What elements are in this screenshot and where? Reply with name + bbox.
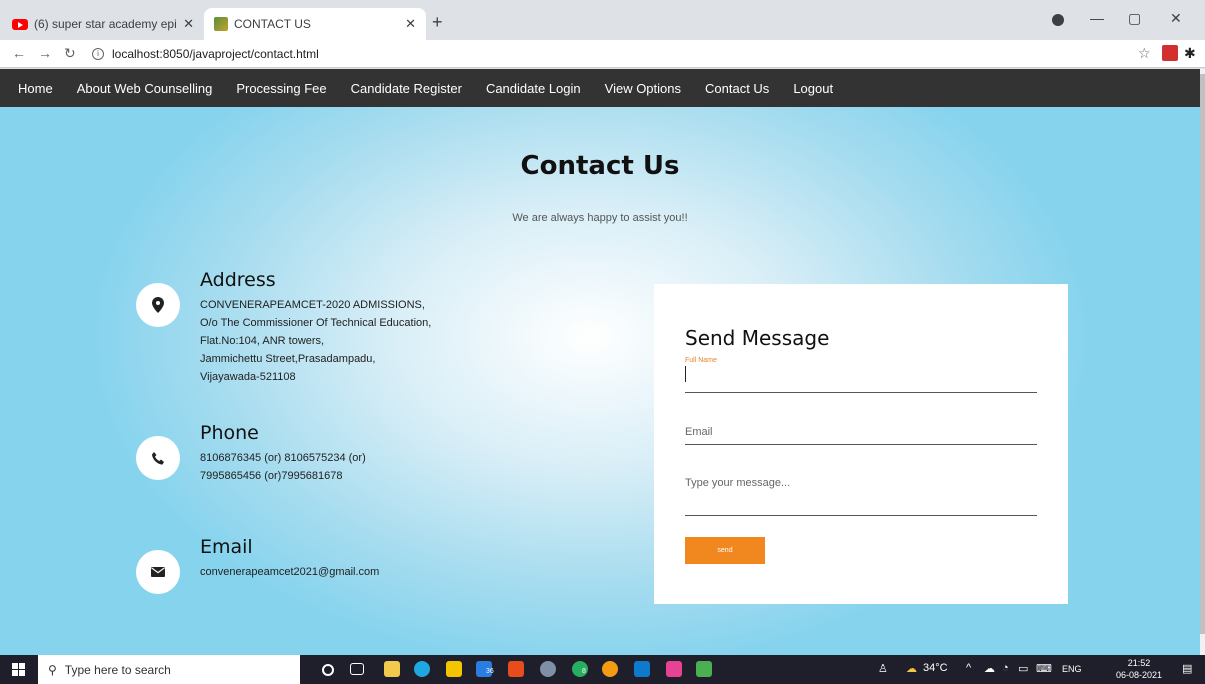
media-record-icon[interactable] bbox=[1052, 14, 1064, 26]
site-navbar: Home About Web Counselling Processing Fe… bbox=[0, 69, 1200, 107]
chrome-icon[interactable] bbox=[602, 661, 618, 677]
email-heading: Email bbox=[200, 536, 253, 558]
weather-icon[interactable]: ☁ bbox=[906, 662, 917, 675]
phone-line: 7995865456 (or)7995681678 bbox=[200, 470, 343, 482]
nav-about[interactable]: About Web Counselling bbox=[65, 81, 225, 96]
email-address: convenerapeamcet2021@gmail.com bbox=[200, 566, 380, 578]
nav-candidate-login[interactable]: Candidate Login bbox=[474, 81, 593, 96]
search-placeholder: Type here to search bbox=[64, 662, 171, 677]
browser-toolbar: ← → ↻ i localhost:8050/javaproject/conta… bbox=[0, 40, 1205, 68]
fullname-label: Full Name bbox=[685, 357, 717, 364]
tab-title: CONTACT US bbox=[234, 17, 311, 31]
network-icon[interactable]: ☁ bbox=[984, 662, 995, 675]
address-line: Flat.No:104, ANR towers, bbox=[200, 335, 325, 347]
store-icon[interactable] bbox=[446, 661, 462, 677]
reload-icon[interactable]: ↻ bbox=[64, 45, 76, 62]
close-tab-icon[interactable]: ✕ bbox=[183, 16, 194, 32]
phone-line: 8106876345 (or) 8106575234 (or) bbox=[200, 452, 366, 464]
back-icon[interactable]: ← bbox=[12, 45, 26, 61]
close-window-button[interactable]: ✕ bbox=[1170, 10, 1182, 27]
page-favicon-icon bbox=[214, 17, 228, 31]
send-button[interactable]: send bbox=[685, 537, 765, 564]
extensions-puzzle-icon[interactable]: ✱ bbox=[1184, 45, 1196, 62]
message-textarea[interactable]: Type your message... bbox=[685, 470, 1037, 516]
address-line: CONVENERAPEAMCET-2020 ADMISSIONS, bbox=[200, 299, 425, 311]
page-subtitle: We are always happy to assist you!! bbox=[512, 212, 688, 224]
forward-icon[interactable]: → bbox=[38, 45, 52, 61]
address-line: O/o The Commissioner Of Technical Educat… bbox=[200, 317, 432, 329]
vscode-icon[interactable] bbox=[634, 661, 650, 677]
url-text: localhost:8050/javaproject/contact.html bbox=[112, 47, 319, 61]
fullname-input[interactable] bbox=[685, 366, 1037, 393]
browser-tab-strip: (6) super star academy episode 2 ✕ CONTA… bbox=[0, 0, 1205, 40]
keyboard-icon[interactable]: ⌨ bbox=[1036, 662, 1052, 675]
globe-app-icon[interactable] bbox=[540, 661, 556, 677]
volume-icon[interactable]: ◔ bbox=[1002, 662, 1009, 674]
email-placeholder: Email bbox=[685, 426, 713, 438]
new-tab-button[interactable]: + bbox=[432, 12, 443, 33]
close-tab-icon[interactable]: ✕ bbox=[405, 16, 416, 32]
clock-date: 06-08-2021 bbox=[1116, 670, 1163, 680]
task-view-icon[interactable] bbox=[350, 663, 364, 675]
tab-title: (6) super star academy episode 2 bbox=[34, 17, 177, 31]
address-bar[interactable]: i localhost:8050/javaproject/contact.htm… bbox=[92, 43, 1132, 65]
weather-temp[interactable]: 34°C bbox=[923, 662, 948, 674]
office-icon[interactable] bbox=[508, 661, 524, 677]
address-line: Vijayawada-521108 bbox=[200, 371, 296, 383]
battery-icon[interactable]: ▭ bbox=[1018, 662, 1028, 675]
phone-heading: Phone bbox=[200, 422, 259, 444]
people-icon[interactable]: ♙ bbox=[878, 662, 888, 675]
minimize-button[interactable]: — bbox=[1090, 10, 1104, 26]
search-icon: ⚲ bbox=[48, 662, 57, 677]
notification-center-icon[interactable]: ▤ bbox=[1182, 662, 1192, 675]
mail-badge: 36 bbox=[486, 668, 494, 675]
map-pin-icon bbox=[136, 283, 180, 327]
language-indicator[interactable]: ENG bbox=[1062, 664, 1082, 674]
taskbar-clock[interactable]: 21:52 06-08-2021 bbox=[1116, 657, 1162, 681]
clock-time: 21:52 bbox=[1127, 658, 1151, 668]
cortana-icon[interactable] bbox=[322, 664, 334, 676]
tray-chevron-icon[interactable]: ^ bbox=[966, 662, 971, 674]
nav-home[interactable]: Home bbox=[6, 81, 65, 96]
app-badge: 8 bbox=[582, 668, 586, 675]
text-caret bbox=[685, 366, 686, 382]
windows-start-icon[interactable] bbox=[12, 663, 25, 676]
taskbar-search[interactable]: ⚲ Type here to search bbox=[38, 655, 300, 684]
tab-contact[interactable]: CONTACT US ✕ bbox=[204, 8, 426, 40]
edge-icon[interactable] bbox=[414, 661, 430, 677]
bookmark-star-icon[interactable]: ☆ bbox=[1138, 45, 1151, 62]
message-placeholder: Type your message... bbox=[685, 477, 791, 489]
eclipse-icon[interactable] bbox=[666, 661, 682, 677]
envelope-icon bbox=[136, 550, 180, 594]
pdf-extension-icon[interactable] bbox=[1162, 45, 1178, 61]
address-heading: Address bbox=[200, 269, 276, 291]
contact-page: Contact Us We are always happy to assist… bbox=[0, 107, 1200, 655]
scrollbar-thumb[interactable] bbox=[1200, 74, 1205, 634]
nav-processing-fee[interactable]: Processing Fee bbox=[224, 81, 338, 96]
page-title: Contact Us bbox=[520, 151, 680, 181]
notepad-icon[interactable] bbox=[696, 661, 712, 677]
youtube-icon bbox=[12, 18, 28, 30]
send-message-form: Send Message Full Name Email Type your m… bbox=[654, 284, 1068, 604]
nav-contact-us[interactable]: Contact Us bbox=[693, 81, 781, 96]
phone-icon bbox=[136, 436, 180, 480]
nav-logout[interactable]: Logout bbox=[781, 81, 845, 96]
nav-candidate-register[interactable]: Candidate Register bbox=[339, 81, 474, 96]
form-heading: Send Message bbox=[685, 326, 830, 350]
site-info-icon[interactable]: i bbox=[92, 48, 104, 60]
maximize-button[interactable]: ▢ bbox=[1128, 10, 1141, 27]
windows-taskbar: ⚲ Type here to search 36 8 ♙ ☁ 34°C ^ ☁ … bbox=[0, 655, 1205, 684]
address-line: Jammichettu Street,Prasadampadu, bbox=[200, 353, 376, 365]
file-explorer-icon[interactable] bbox=[384, 661, 400, 677]
email-input[interactable]: Email bbox=[685, 420, 1037, 445]
nav-view-options[interactable]: View Options bbox=[593, 81, 693, 96]
tab-youtube[interactable]: (6) super star academy episode 2 ✕ bbox=[4, 8, 202, 40]
